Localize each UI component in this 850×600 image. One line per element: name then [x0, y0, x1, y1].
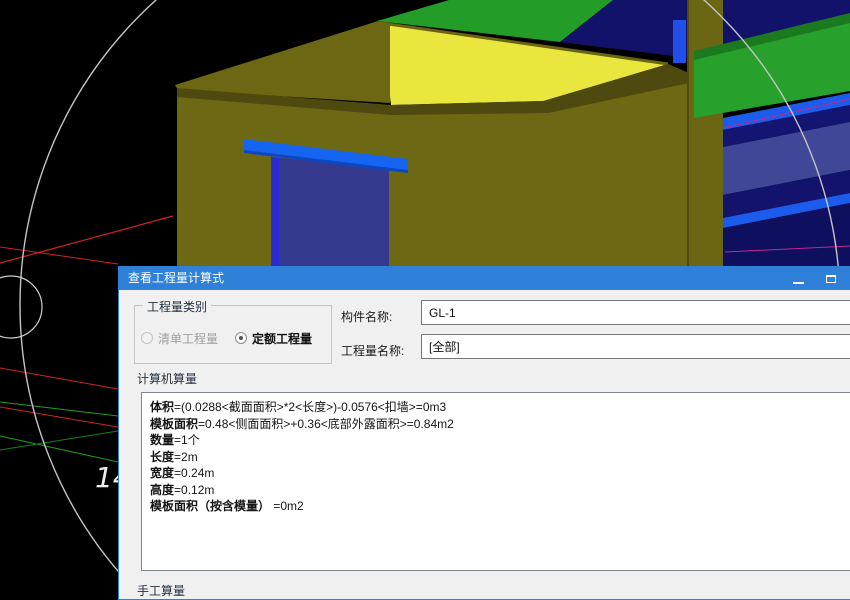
- calc-line: 体积=(0.0288<截面面积>*2<长度>)-0.0576<扣墙>=0m3: [150, 400, 447, 414]
- maximize-button[interactable]: [817, 267, 847, 290]
- dialog-titlebar[interactable]: 查看工程量计算式: [119, 267, 850, 290]
- minimize-icon: [793, 282, 804, 284]
- radio-label: 定额工程量: [252, 331, 313, 346]
- computer-calc-label: 计算机算量: [137, 372, 198, 386]
- column-right[interactable]: [687, 0, 723, 266]
- component-name-input[interactable]: [421, 300, 850, 325]
- quantity-calc-dialog: 查看工程量计算式 工程量类别 清单工程量 定额工程量 构件名称: 工程量名称:: [118, 266, 850, 600]
- calc-line: 宽度=0.24m: [150, 466, 215, 480]
- quantity-name-input[interactable]: [421, 334, 850, 359]
- door-opening[interactable]: [271, 157, 389, 266]
- maximize-icon: [826, 275, 836, 283]
- calc-line: 模板面积（按含模量） =0m2: [150, 499, 304, 513]
- column-edge: [687, 0, 689, 266]
- radio-quota-quantity[interactable]: 定额工程量: [235, 330, 312, 346]
- quantity-name-label: 工程量名称:: [341, 344, 405, 358]
- radio-circle-icon: [235, 332, 247, 344]
- calc-line: 数量=1个: [150, 433, 200, 447]
- component-name-label: 构件名称:: [341, 310, 393, 324]
- dialog-title: 查看工程量计算式: [128, 271, 225, 285]
- radio-dot-icon: [239, 336, 243, 340]
- radio-label: 清单工程量: [158, 331, 219, 346]
- computer-calc-display[interactable]: 体积=(0.0288<截面面积>*2<长度>)-0.0576<扣墙>=0m3 模…: [141, 392, 850, 571]
- category-groupbox: 工程量类别 清单工程量 定额工程量: [134, 298, 332, 364]
- category-radio-row: 清单工程量 定额工程量: [135, 330, 331, 348]
- radio-listing-quantity[interactable]: 清单工程量: [141, 330, 218, 346]
- door-frame-edge: [271, 157, 279, 266]
- calc-line: 模板面积=0.48<侧面面积>+0.36<底部外露面积>=0.84m2: [150, 416, 454, 431]
- calc-line: 高度=0.12m: [150, 482, 215, 497]
- minimize-button[interactable]: [783, 267, 813, 290]
- calc-line: 长度=2m: [150, 449, 198, 464]
- radio-circle-icon: [141, 332, 153, 344]
- manual-calc-label: 手工算量: [137, 584, 186, 598]
- frame-blue-stripe: [673, 20, 686, 63]
- category-group-label: 工程量类别: [143, 298, 212, 315]
